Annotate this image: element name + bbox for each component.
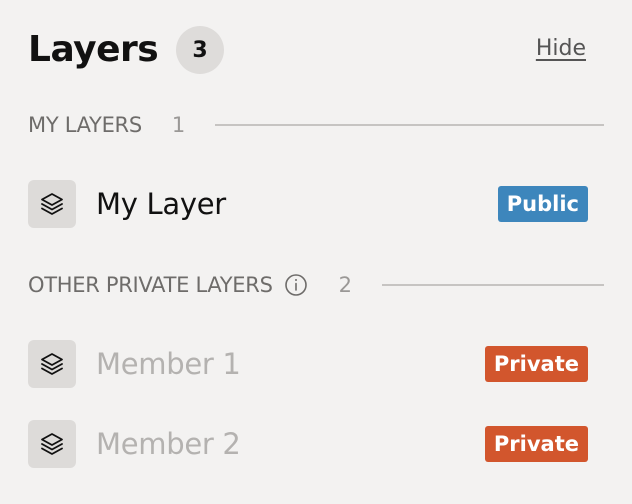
panel-title: Layers bbox=[28, 29, 159, 70]
layers-panel-header: Layers 3 Hide bbox=[28, 22, 586, 78]
other-layers-section-header: OTHER PRIVATE LAYERS 2 bbox=[28, 270, 604, 300]
layers-icon bbox=[28, 420, 76, 468]
layer-row-my-layer[interactable]: My Layer Public bbox=[28, 179, 588, 229]
other-layers-heading: OTHER PRIVATE LAYERS bbox=[28, 273, 273, 297]
layer-row-member-2[interactable]: Member 2 Private bbox=[28, 419, 588, 469]
visibility-tag: Public bbox=[497, 186, 588, 222]
section-divider bbox=[214, 124, 604, 126]
my-layers-heading: MY LAYERS bbox=[28, 113, 142, 137]
layers-icon bbox=[28, 340, 76, 388]
layer-row-member-1[interactable]: Member 1 Private bbox=[28, 339, 588, 389]
layer-name: Member 1 bbox=[96, 347, 241, 381]
my-layers-section-header: MY LAYERS 1 bbox=[28, 110, 604, 140]
layer-count-badge: 3 bbox=[176, 26, 224, 74]
info-icon[interactable] bbox=[283, 272, 309, 298]
layers-icon bbox=[28, 180, 76, 228]
layer-name: My Layer bbox=[96, 187, 226, 221]
my-layers-count: 1 bbox=[171, 113, 185, 137]
visibility-tag: Private bbox=[484, 346, 588, 382]
visibility-tag: Private bbox=[484, 426, 588, 462]
other-layers-count: 2 bbox=[338, 273, 352, 297]
section-divider bbox=[381, 284, 604, 286]
layer-name: Member 2 bbox=[96, 427, 241, 461]
hide-link[interactable]: Hide bbox=[536, 36, 586, 61]
